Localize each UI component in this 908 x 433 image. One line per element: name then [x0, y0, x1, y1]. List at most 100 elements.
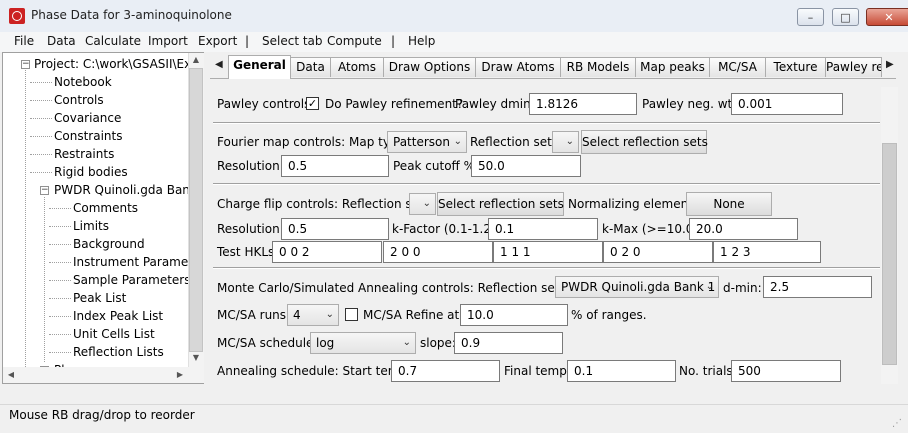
tree-item-index-peak-list[interactable]: Index Peak List — [73, 307, 163, 325]
tree-item-restraints[interactable]: Restraints — [54, 145, 114, 163]
resize-grip-icon[interactable]: ⋰ — [892, 418, 904, 430]
tab-scroll-left-icon[interactable]: ◀ — [215, 59, 223, 70]
tree-item-comments[interactable]: Comments — [73, 199, 138, 217]
mcsa-reflection-set-select[interactable]: PWDR Quinoli.gda Bank 1 ⌄ — [555, 276, 719, 298]
fourier-resolution-label: Resolution: — [217, 159, 284, 173]
tree-item-background[interactable]: Background — [73, 235, 145, 253]
start-temp-field[interactable]: 0.7 — [391, 360, 500, 382]
mcsa-schedule-select[interactable]: log ⌄ — [310, 332, 416, 354]
no-trials-field[interactable]: 500 — [731, 360, 841, 382]
tree-item-limits[interactable]: Limits — [73, 217, 109, 235]
ranges-label: % of ranges. — [571, 308, 647, 322]
page-scroll-thumb[interactable] — [882, 143, 897, 365]
menu-file[interactable]: File — [14, 34, 34, 48]
peak-cutoff-field[interactable]: 50.0 — [471, 155, 581, 177]
scroll-up-icon[interactable]: ▲ — [189, 55, 203, 64]
menu-export[interactable]: Export — [198, 34, 237, 48]
chevron-down-icon: ⌄ — [705, 281, 714, 292]
tree-horizontal-scrollbar[interactable]: ◀ ▶ — [3, 367, 204, 383]
tab-draw-options[interactable]: Draw Options — [383, 57, 476, 77]
mcsa-refine-checkbox[interactable] — [345, 308, 358, 321]
test-hkl-field[interactable]: 0 2 0 — [603, 241, 713, 263]
menu-import[interactable]: Import — [148, 34, 188, 48]
tree-item-peak-list[interactable]: Peak List — [73, 289, 126, 307]
normalizing-element-button[interactable]: None — [686, 192, 772, 216]
minimize-button[interactable]: – — [797, 8, 824, 26]
slope-label: slope: — [420, 336, 456, 350]
tab-map-peaks[interactable]: Map peaks — [635, 57, 710, 77]
test-hkl-field[interactable]: 0 0 2 — [272, 241, 382, 263]
charge-flip-reflection-sets-select[interactable]: ⌄ — [409, 193, 436, 215]
tree-item-pwdr[interactable]: PWDR Quinoli.gda Bank 1 — [54, 181, 203, 199]
tree-scroll-thumb[interactable] — [189, 68, 203, 352]
menu-bar: File Data Calculate Import Export | Sele… — [0, 32, 908, 52]
charge-flip-select-reflection-sets-button[interactable]: Select reflection sets — [437, 192, 564, 216]
tree-item-rigid-bodies[interactable]: Rigid bodies — [54, 163, 128, 181]
tree-item-notebook[interactable]: Notebook — [54, 73, 112, 91]
tab-scroll-right-icon[interactable]: ▶ — [886, 59, 894, 70]
fourier-resolution-field[interactable]: 0.5 — [281, 155, 389, 177]
tree-item-controls[interactable]: Controls — [54, 91, 104, 109]
collapse-icon[interactable]: − — [40, 186, 49, 195]
close-button[interactable]: ✕ — [866, 8, 908, 26]
tab-general[interactable]: General — [228, 55, 291, 79]
annealing-schedule-label: Annealing schedule: Start temp: — [217, 364, 412, 378]
chevron-down-icon: ⌄ — [453, 136, 462, 147]
scroll-right-icon[interactable]: ▶ — [173, 370, 187, 379]
tree-item-covariance[interactable]: Covariance — [54, 109, 121, 127]
menu-select-tab[interactable]: Select tab — [262, 34, 323, 48]
tree-item-instrument-parameters[interactable]: Instrument Parameters — [73, 253, 203, 271]
charge-flip-controls-label: Charge flip controls: Reflection sets: — [217, 197, 435, 211]
k-max-field[interactable]: 20.0 — [689, 218, 798, 240]
tab-rb-models[interactable]: RB Models — [560, 57, 636, 77]
mcsa-runs-select[interactable]: 4 ⌄ — [287, 304, 339, 326]
app-icon — [9, 8, 25, 24]
mcsa-refine-field[interactable]: 10.0 — [460, 304, 568, 326]
slope-field[interactable]: 0.9 — [454, 332, 563, 354]
map-type-select[interactable]: Patterson ⌄ — [387, 131, 467, 153]
pawley-neg-wt-field[interactable]: 0.001 — [731, 93, 843, 115]
tab-pawley[interactable]: Pawley re — [825, 57, 882, 77]
tree-item-project[interactable]: Project: C:\work\GSASII\Exar — [34, 55, 203, 73]
menu-compute[interactable]: Compute — [327, 34, 382, 48]
tab-draw-atoms[interactable]: Draw Atoms — [475, 57, 561, 77]
section-divider — [213, 122, 880, 124]
collapse-icon[interactable]: − — [21, 60, 30, 69]
final-temp-field[interactable]: 0.1 — [567, 360, 676, 382]
normalizing-element-label: Normalizing element: — [568, 197, 697, 211]
maximize-button[interactable]: □ — [832, 8, 859, 26]
test-hkl-field[interactable]: 1 1 1 — [493, 241, 603, 263]
charge-flip-resolution-label: Resolution: — [217, 222, 284, 236]
pawley-dmin-field[interactable]: 1.8126 — [529, 93, 637, 115]
chevron-down-icon: ⌄ — [325, 309, 334, 320]
scroll-left-icon[interactable]: ◀ — [4, 370, 18, 379]
mcsa-refine-label: MC/SA Refine at — [363, 308, 460, 322]
mcsa-dmin-field[interactable]: 2.5 — [763, 276, 872, 298]
peak-cutoff-label: Peak cutoff %: — [393, 159, 480, 173]
tree-item-unit-cells-list[interactable]: Unit Cells List — [73, 325, 155, 343]
tab-data[interactable]: Data — [290, 57, 331, 77]
fourier-select-reflection-sets-button[interactable]: Select reflection sets — [581, 130, 708, 154]
tab-texture[interactable]: Texture — [765, 57, 826, 77]
k-factor-field[interactable]: 0.1 — [488, 218, 598, 240]
test-hkl-field[interactable]: 1 2 3 — [713, 241, 821, 263]
scroll-down-icon[interactable]: ▼ — [189, 353, 203, 362]
tree-item-constraints[interactable]: Constraints — [54, 127, 122, 145]
charge-flip-resolution-field[interactable]: 0.5 — [281, 218, 389, 240]
tab-mc-sa[interactable]: MC/SA — [709, 57, 766, 77]
fourier-controls-label: Fourier map controls: Map type: — [217, 135, 409, 149]
k-factor-label: k-Factor (0.1-1.2): — [392, 222, 500, 236]
test-hkl-field[interactable]: 2 0 0 — [383, 241, 493, 263]
data-tree[interactable]: − Project: C:\work\GSASII\Exar Notebook … — [2, 52, 204, 384]
pawley-refine-checkbox[interactable]: ✓ — [306, 97, 319, 110]
pawley-controls-label: Pawley controls: — [217, 97, 315, 111]
menu-data[interactable]: Data — [47, 34, 76, 48]
menu-help[interactable]: Help — [408, 34, 435, 48]
tab-atoms[interactable]: Atoms — [330, 57, 384, 77]
menu-calculate[interactable]: Calculate — [85, 34, 141, 48]
section-divider — [213, 183, 880, 185]
fourier-reflection-sets-select[interactable]: ⌄ — [552, 131, 579, 153]
tree-item-reflection-lists[interactable]: Reflection Lists — [73, 343, 164, 361]
tree-item-sample-parameters[interactable]: Sample Parameters — [73, 271, 191, 289]
chevron-down-icon: ⌄ — [565, 136, 574, 147]
